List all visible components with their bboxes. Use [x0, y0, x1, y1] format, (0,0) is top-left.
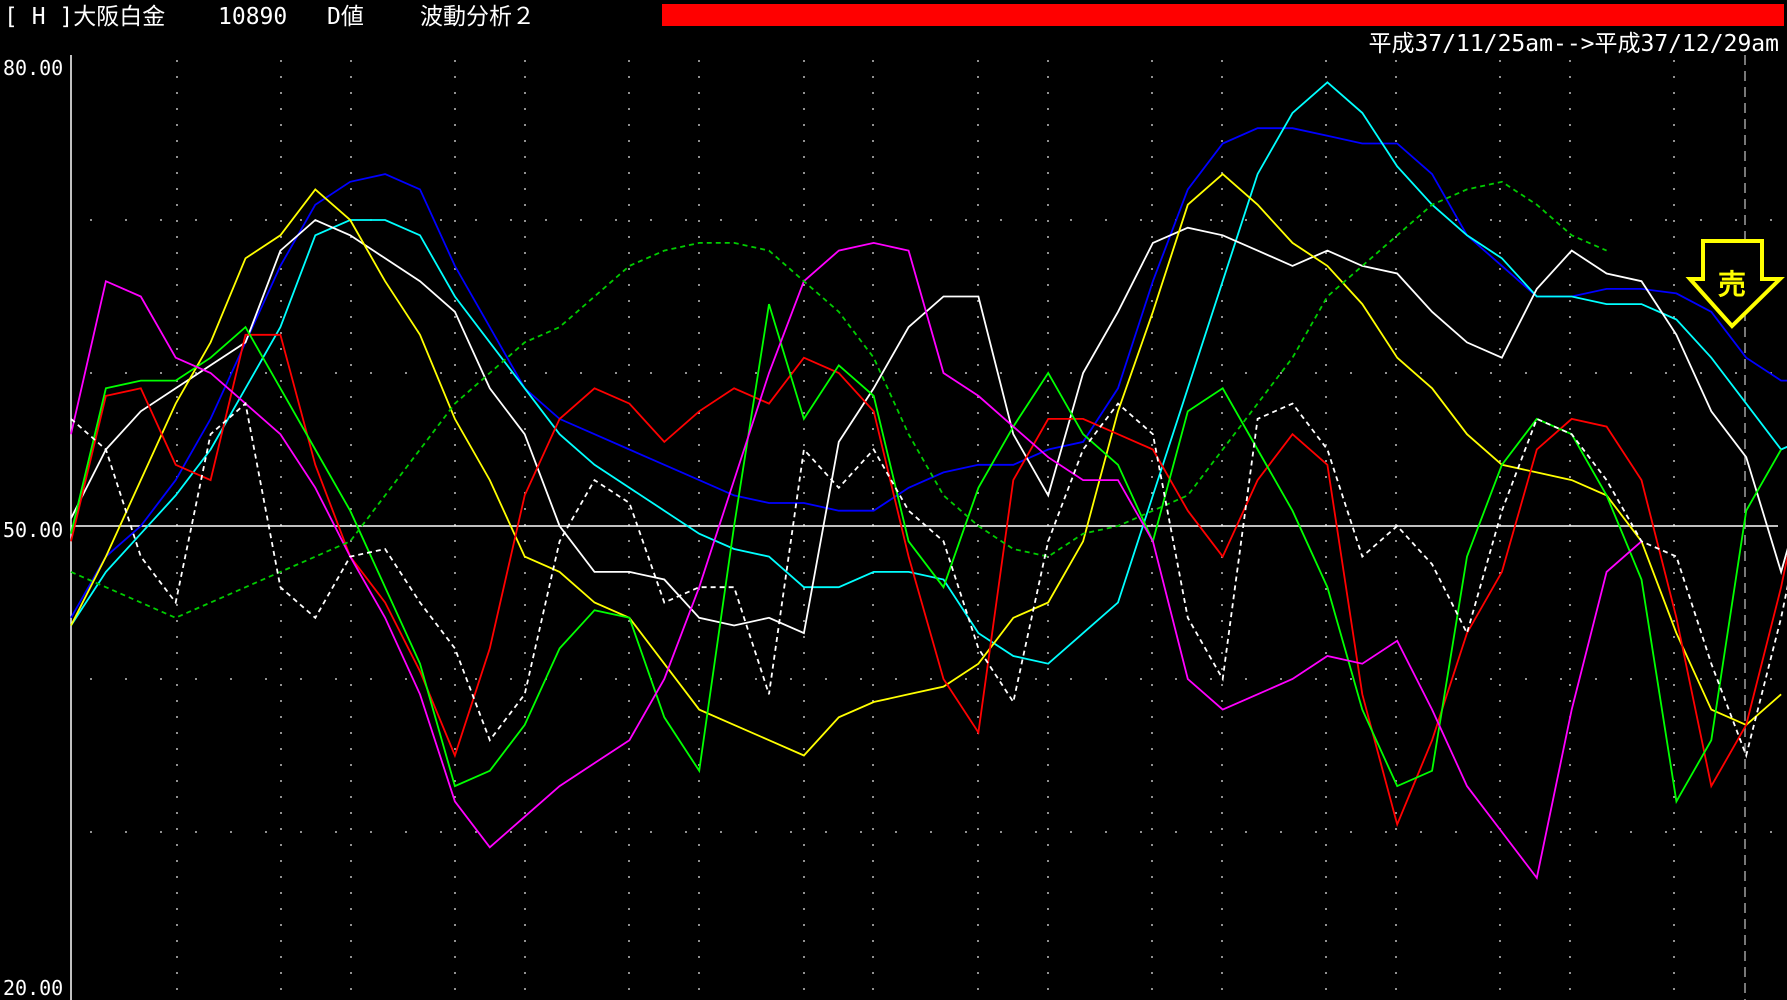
series-line-8: [70, 180, 1607, 619]
y-tick-label: 20.00: [3, 976, 63, 1000]
series-group: [70, 81, 1787, 881]
wave-analysis-chart: 80.00 50.00 20.00 売: [3, 55, 1787, 1000]
series-line-2: [70, 81, 1787, 665]
y-tick-label: 80.00: [3, 56, 63, 80]
y-tick-label: 50.00: [3, 518, 63, 542]
series-line-5: [70, 333, 1787, 828]
sell-signal-label: 売: [1718, 268, 1746, 301]
sell-signal-arrow: 売: [1685, 239, 1785, 329]
y-tick-labels: 80.00 50.00 20.00: [3, 56, 63, 1000]
series-line-6: [70, 303, 1782, 805]
series-line-3: [70, 218, 1787, 635]
series-line-4: [70, 172, 1782, 757]
series-line-9: [70, 401, 1787, 759]
